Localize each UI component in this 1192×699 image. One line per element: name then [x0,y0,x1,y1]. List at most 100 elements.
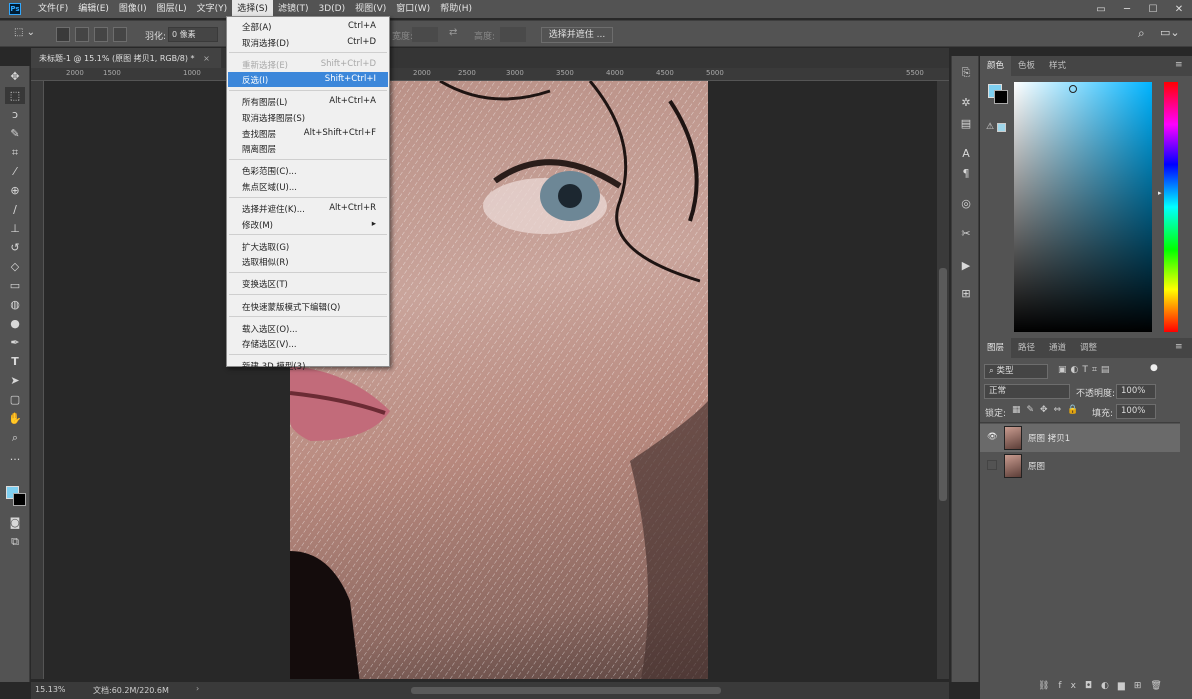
select-menu-item-4[interactable]: 所有图层(L) Alt+Ctrl+A [228,94,388,109]
gradient-tool-icon[interactable]: ▭ [5,277,25,294]
rect-marquee-tool-icon[interactable]: ⬚ [5,87,25,104]
maximize-icon[interactable]: ☐ [1140,0,1166,18]
menu-0[interactable]: 文件(F) [33,0,73,18]
fill-input[interactable]: 100% [1116,404,1156,419]
quick-select-tool-icon[interactable]: ✎ [5,125,25,142]
status-arrow-icon[interactable]: › [196,684,199,693]
type-tool-icon[interactable]: T [5,353,25,370]
subtract-selection-icon[interactable] [94,27,108,42]
close-window-icon[interactable]: ✕ [1166,0,1192,18]
menu-3[interactable]: 图层(L) [152,0,192,18]
quick-mask-icon[interactable]: ◙ [5,514,25,531]
move-tool-icon[interactable]: ✥ [5,68,25,85]
hue-slider[interactable] [1164,82,1178,332]
height-input[interactable] [500,27,526,42]
menu-9[interactable]: 窗口(W) [391,0,435,18]
select-menu-item-14[interactable]: 变换选区(T) [228,276,388,291]
select-menu-item-0[interactable]: 全部(A) Ctrl+A [228,19,388,34]
blur-tool-icon[interactable]: ◍ [5,296,25,313]
select-menu-item-12[interactable]: 扩大选取(G) [228,239,388,254]
eraser-tool-icon[interactable]: ◇ [5,258,25,275]
opacity-input[interactable]: 100% [1116,384,1156,399]
tools-preset-icon[interactable]: ✂ [956,224,976,242]
healing-brush-icon[interactable]: ⊕ [5,182,25,199]
path-select-icon[interactable]: ➤ [5,372,25,389]
minimize-icon[interactable]: ─ [1114,0,1140,18]
workspace-icon[interactable]: ▭ [1088,0,1114,18]
color-panel-background-swatch[interactable] [994,90,1008,104]
select-menu-item-5[interactable]: 取消选择图层(S) [228,110,388,125]
eyedropper-tool-icon[interactable]: ⁄ [5,163,25,180]
select-menu-item-3[interactable]: 反选(I) Shift+Ctrl+I [228,72,388,88]
document-tab[interactable]: 未标题-1 @ 15.1% (原图 拷贝1, RGB/8) * × [31,48,221,68]
select-menu-item-17[interactable]: 存储选区(V)... [228,336,388,351]
zoom-level[interactable]: 15.13% [35,685,66,694]
layers-panel-tab-2[interactable]: 通道 [1042,338,1073,358]
color-panel-tab-0[interactable]: 颜色 [980,56,1012,76]
brush-tool-icon[interactable]: ∕ [5,201,25,218]
lasso-tool-icon[interactable]: ↄ [5,106,25,123]
vertical-scrollbar[interactable] [937,81,949,679]
history-brush-icon[interactable]: ↺ [5,239,25,256]
layer-actions-icons[interactable]: ⛓fx◘◐▆⊞🗑 [1038,681,1171,691]
layers-panel-tab-0[interactable]: 图层 [980,338,1012,358]
actions-play-icon[interactable]: ▶ [956,256,976,274]
filter-toggle-icon[interactable]: ● [1150,363,1158,373]
select-menu-item-15[interactable]: 在快速蒙版模式下编辑(Q) [228,299,388,314]
blend-mode-select[interactable]: 正常 [984,384,1070,399]
visibility-eye-icon[interactable]: 👁 [987,432,998,442]
marquee-preset-icon[interactable]: ⬚ ⌄ [14,27,35,38]
adjustments-panel-icon[interactable]: ✲ [956,93,976,111]
select-menu-item-7[interactable]: 隔离图层 [228,141,388,156]
select-menu-item-11[interactable]: 修改(M) ▸ [228,217,388,232]
color-panel-tab-2[interactable]: 样式 [1042,56,1073,76]
select-and-mask-button[interactable]: 选择并遮住 ... [541,27,613,43]
color-picker-cursor[interactable] [1069,85,1077,93]
hand-tool-icon[interactable]: ✋ [5,410,25,427]
menu-1[interactable]: 编辑(E) [73,0,114,18]
visibility-empty-box[interactable] [987,460,997,470]
workspace-switch-icon[interactable]: ▭⌄ [1160,26,1180,39]
3d-panel-icon[interactable]: ◎ [956,194,976,212]
intersect-selection-icon[interactable] [113,27,127,42]
select-menu-item-16[interactable]: 载入选区(O)... [228,321,388,336]
character-panel-icon[interactable]: A [956,144,976,162]
menu-2[interactable]: 图像(I) [114,0,152,18]
new-selection-icon[interactable] [56,27,70,42]
dodge-tool-icon[interactable]: ● [5,315,25,332]
layer-filter-select[interactable]: ⌕ 类型 [984,364,1048,379]
select-menu-item-10[interactable]: 选择并遮住(K)... Alt+Ctrl+R [228,201,388,216]
hue-slider-arrow-icon[interactable]: ▸ [1158,189,1162,197]
background-color-swatch[interactable] [13,493,26,506]
swap-icon[interactable]: ⇄ [449,27,457,38]
feather-input[interactable]: 0 像素 [168,27,218,42]
layers-panel-tab-1[interactable]: 路径 [1011,338,1042,358]
more-tools-icon[interactable]: ··· [5,451,25,468]
select-menu-item-18[interactable]: 新建 3D 模型(3) [228,358,388,373]
zoom-tool-icon[interactable]: ⌕ [5,429,25,446]
color-panel-tab-1[interactable]: 色板 [1011,56,1042,76]
select-menu-item-13[interactable]: 选取相似(R) [228,254,388,269]
color-panel-menu-icon[interactable]: ≡ [1175,60,1183,70]
width-input[interactable] [412,27,438,42]
brush-panel-icon[interactable]: ▤ [956,114,976,132]
vertical-scroll-thumb[interactable] [939,268,947,501]
screen-mode-icon[interactable]: ⧉ [5,533,25,550]
select-menu-item-1[interactable]: 取消选择(D) Ctrl+D [228,35,388,50]
search-icon[interactable]: ⌕ [1138,26,1145,41]
add-selection-icon[interactable] [75,27,89,42]
color-saturation-field[interactable] [1014,82,1152,332]
crop-tool-icon[interactable]: ⌗ [5,144,25,161]
pen-tool-icon[interactable]: ✒ [5,334,25,351]
layers-panel-tab-3[interactable]: 调整 [1073,338,1104,358]
layers-panel-menu-icon[interactable]: ≡ [1175,342,1183,352]
select-menu-item-6[interactable]: 查找图层 Alt+Shift+Ctrl+F [228,126,388,141]
stamp-tool-icon[interactable]: ⊥ [5,220,25,237]
paragraph-panel-icon[interactable]: ¶ [956,164,976,182]
horizontal-scroll-thumb[interactable] [411,687,721,694]
close-tab-icon[interactable]: × [203,54,210,63]
menu-10[interactable]: 帮助(H) [435,0,477,18]
select-menu-item-8[interactable]: 色彩范围(C)... [228,163,388,178]
shape-tool-icon[interactable]: ▢ [5,391,25,408]
select-menu-item-9[interactable]: 焦点区域(U)... [228,179,388,194]
